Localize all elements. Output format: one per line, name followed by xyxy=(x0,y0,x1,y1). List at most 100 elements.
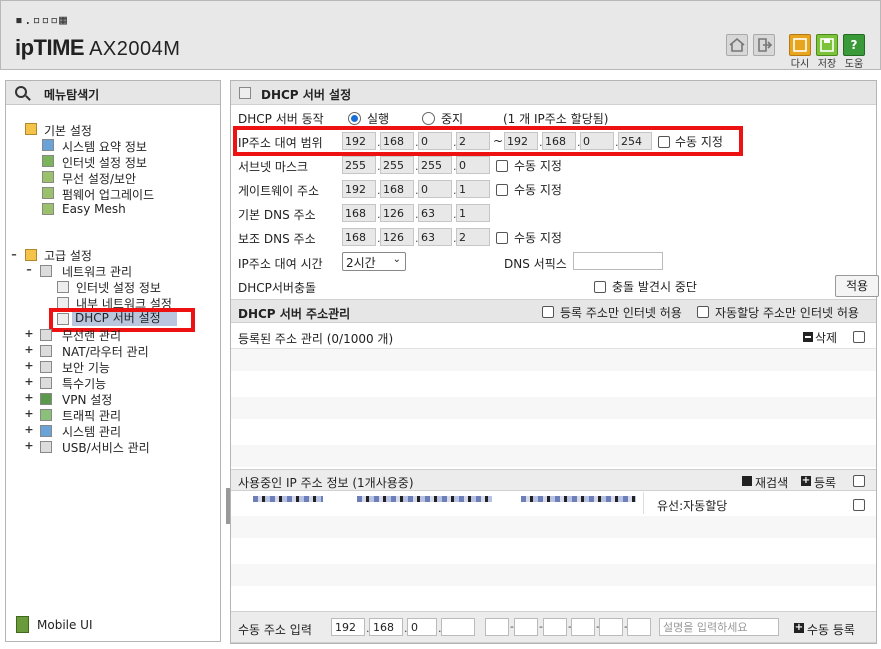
internet-icon xyxy=(42,155,54,167)
menu-special[interactable]: 특수기능 xyxy=(62,375,106,392)
help-icon[interactable]: ? xyxy=(843,34,865,56)
manual-ip-4[interactable] xyxy=(441,618,475,636)
brand-logo: ipTIME AX2004M xyxy=(15,35,180,61)
folder-icon xyxy=(25,249,37,261)
menu-system[interactable]: 시스템 관리 xyxy=(62,423,121,440)
dns1-4[interactable]: 1 xyxy=(456,204,490,222)
delete-button[interactable]: 삭제 xyxy=(815,329,837,346)
gateway-2[interactable]: 168 xyxy=(380,180,414,198)
nat-icon xyxy=(40,345,52,357)
manual-mac-2[interactable] xyxy=(514,618,538,636)
dns2-3[interactable]: 63 xyxy=(418,228,452,246)
dns1-2[interactable]: 126 xyxy=(380,204,414,222)
menu-title: 메뉴탐색기 xyxy=(44,88,100,102)
menu-item-wireless-security[interactable]: 무선 설정/보안 xyxy=(62,170,136,187)
menu-item-easy-mesh[interactable]: Easy Mesh xyxy=(62,202,126,216)
manual-mac-6[interactable] xyxy=(627,618,651,636)
menu-item-firmware[interactable]: 펌웨어 업그레이드 xyxy=(62,186,154,203)
menu-item-system-summary[interactable]: 시스템 요약 정보 xyxy=(62,138,147,155)
collapse-icon[interactable]: – xyxy=(9,248,19,261)
radio-stop[interactable] xyxy=(422,112,435,125)
registered-select-all[interactable] xyxy=(853,331,865,343)
gateway-1[interactable]: 192 xyxy=(342,180,376,198)
menu-nat-router[interactable]: NAT/라우터 관리 xyxy=(62,343,149,360)
gateway-4[interactable]: 1 xyxy=(456,180,490,198)
rescan-button[interactable]: 재검색 xyxy=(755,474,788,491)
save-icon[interactable] xyxy=(816,34,838,56)
manual-ip-3[interactable]: 0 xyxy=(407,618,437,636)
subnet-1[interactable]: 255 xyxy=(342,156,376,174)
lease-select[interactable]: 2시간 ⌄ xyxy=(342,252,406,271)
conflict-stop-checkbox[interactable] xyxy=(594,281,606,293)
manual-ip-1[interactable]: 192 xyxy=(331,618,365,636)
highlight-box-range xyxy=(233,126,743,156)
description-input[interactable]: 설명을 입력하세요 xyxy=(659,618,779,636)
subnet-2[interactable]: 255 xyxy=(380,156,414,174)
gateway-manual-checkbox[interactable] xyxy=(496,184,508,196)
special-icon xyxy=(40,377,52,389)
menu-wireless-management[interactable]: 무선랜 관리 xyxy=(62,327,121,344)
menu-traffic[interactable]: 트래픽 관리 xyxy=(62,407,121,424)
menu-item-internet-info[interactable]: 인터넷 설정 정보 xyxy=(62,154,147,171)
expand-icon[interactable]: + xyxy=(24,359,34,372)
dns2-2[interactable]: 126 xyxy=(380,228,414,246)
radio-run[interactable] xyxy=(348,112,361,125)
address-mgmt-title: DHCP 서버 주소관리 xyxy=(238,307,351,321)
page-icon xyxy=(57,281,69,293)
dns2-manual-checkbox[interactable] xyxy=(496,232,508,244)
plus-icon: + xyxy=(794,622,804,633)
expand-icon[interactable]: + xyxy=(24,327,34,340)
dns2-4[interactable]: 2 xyxy=(456,228,490,246)
home-icon[interactable] xyxy=(726,34,748,56)
menu-basic-settings[interactable]: 기본 설정 xyxy=(44,122,92,139)
in-use-select-all[interactable] xyxy=(853,475,865,487)
gateway-3[interactable]: 0 xyxy=(418,180,452,198)
brand-name: ipTIME xyxy=(15,35,85,60)
conflict-stop-label: 충돌 발견시 중단 xyxy=(612,280,697,294)
expand-icon[interactable]: + xyxy=(24,423,34,436)
logout-icon[interactable] xyxy=(753,34,775,56)
manual-mac-3[interactable] xyxy=(543,618,567,636)
expand-icon[interactable]: + xyxy=(24,439,34,452)
menu-item-internet-setup[interactable]: 인터넷 설정 정보 xyxy=(76,279,161,296)
network-icon xyxy=(40,265,52,277)
menu-usb-service[interactable]: USB/서비스 관리 xyxy=(62,439,150,456)
expand-icon[interactable]: + xyxy=(24,375,34,388)
collapse-icon[interactable]: – xyxy=(24,263,34,276)
folder-icon xyxy=(25,123,37,135)
security-icon xyxy=(40,361,52,373)
registered-only-checkbox[interactable] xyxy=(542,306,554,318)
radio-stop-label: 중지 xyxy=(441,112,464,126)
manual-mac-4[interactable] xyxy=(571,618,595,636)
manual-mac-1[interactable] xyxy=(485,618,509,636)
subnet-4[interactable]: 0 xyxy=(456,156,490,174)
dns1-1[interactable]: 168 xyxy=(342,204,376,222)
menu-network-management[interactable]: 네트워크 관리 xyxy=(62,263,132,280)
mobile-ui-link[interactable]: Mobile UI xyxy=(37,618,93,632)
auto-only-checkbox[interactable] xyxy=(697,306,709,318)
dns1-3[interactable]: 63 xyxy=(418,204,452,222)
expand-icon[interactable]: + xyxy=(24,391,34,404)
manual-ip-2[interactable]: 168 xyxy=(369,618,403,636)
row-checkbox[interactable] xyxy=(853,499,865,511)
magnifier-icon xyxy=(15,86,27,98)
lease-label: IP주소 대여 시간 xyxy=(238,257,323,271)
dhcp-settings-panel: DHCP 서버 설정 DHCP 서버 동작 실행 중지 (1 개 IP주소 할당… xyxy=(230,80,879,644)
blurred-device-name xyxy=(253,496,323,502)
menu-vpn[interactable]: VPN 설정 xyxy=(62,391,112,408)
manual-register-button[interactable]: 수동 등록 xyxy=(807,621,855,638)
register-button[interactable]: 등록 xyxy=(814,474,836,491)
undo-icon[interactable] xyxy=(789,34,811,56)
menu-security[interactable]: 보안 기능 xyxy=(62,359,110,376)
expand-icon[interactable]: + xyxy=(24,407,34,420)
manual-mac-5[interactable] xyxy=(599,618,623,636)
subnet-manual-checkbox[interactable] xyxy=(496,160,508,172)
subnet-3[interactable]: 255 xyxy=(418,156,452,174)
dns2-1[interactable]: 168 xyxy=(342,228,376,246)
dns-suffix-input[interactable] xyxy=(573,252,663,270)
expand-icon[interactable]: + xyxy=(24,343,34,356)
menu-advanced-settings[interactable]: 고급 설정 xyxy=(44,247,92,264)
address-mgmt-header: DHCP 서버 주소관리 등록 주소만 인터넷 허용 자동할당 주소만 인터넷 … xyxy=(231,299,876,323)
apply-button[interactable]: 적용 xyxy=(835,275,879,297)
table-row xyxy=(231,397,876,419)
